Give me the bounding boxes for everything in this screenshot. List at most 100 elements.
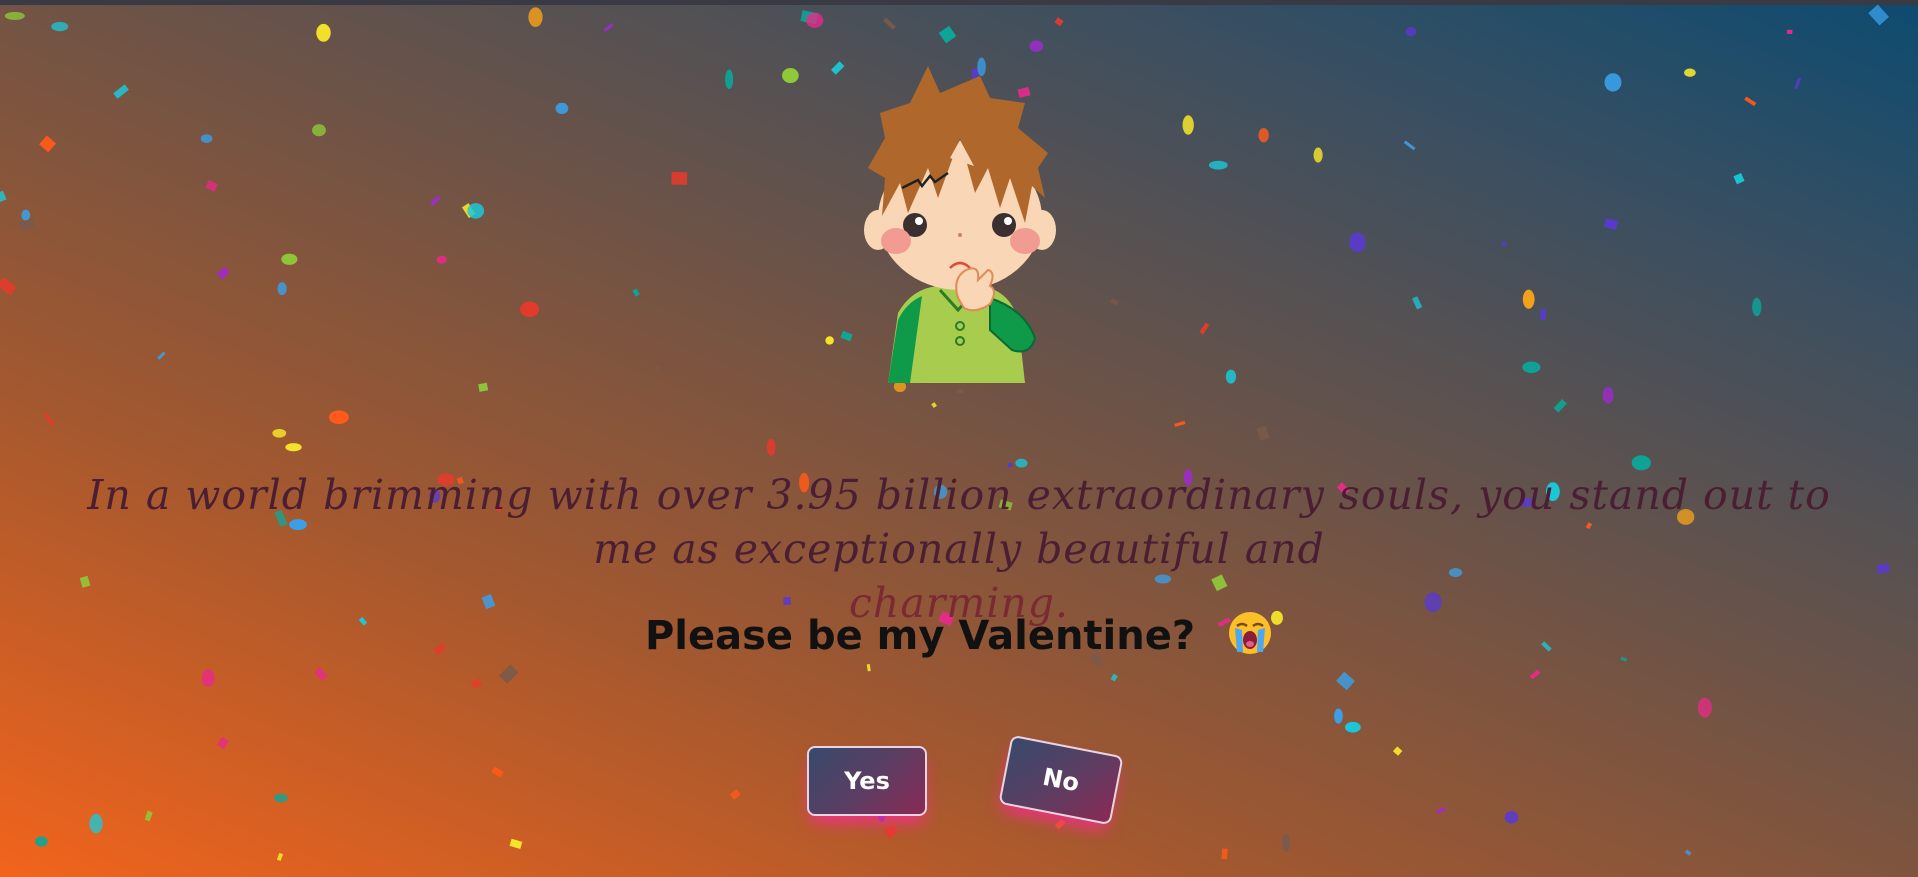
confetti-piece <box>157 351 166 360</box>
confetti-piece <box>436 255 447 264</box>
confetti-piece <box>205 180 218 192</box>
confetti-piece <box>1182 115 1194 135</box>
confetti-piece <box>1392 746 1403 756</box>
confetti-piece <box>1199 322 1210 335</box>
confetti-piece <box>782 67 799 84</box>
confetti-piece <box>499 664 519 684</box>
confetti-piece <box>51 21 69 32</box>
confetti-piece <box>1500 240 1508 248</box>
top-edge-bar <box>0 0 1918 5</box>
confetti-piece <box>555 102 569 115</box>
confetti-piece <box>1504 811 1519 824</box>
confetti-piece <box>276 852 284 861</box>
confetti-piece <box>1256 425 1270 441</box>
confetti-piece <box>938 25 957 44</box>
confetti-piece <box>1744 96 1757 107</box>
confetti-piece <box>632 288 640 297</box>
confetti-piece <box>1553 399 1567 413</box>
confetti-piece <box>470 678 483 689</box>
confetti-piece <box>1603 218 1619 230</box>
confetti-piece <box>729 789 741 800</box>
confetti-piece <box>1221 848 1228 860</box>
confetti-piece <box>1282 833 1291 852</box>
confetti-piece <box>216 736 230 750</box>
confetti-piece <box>800 10 819 25</box>
confetti-piece <box>1540 309 1547 320</box>
confetti-piece <box>272 428 287 438</box>
confetti-piece <box>825 336 834 345</box>
confetti-piece <box>1868 4 1889 26</box>
confetti-piece <box>882 17 896 30</box>
confetti-piece <box>4 11 25 21</box>
confetti-piece <box>277 282 287 296</box>
confetti-piece <box>200 134 213 143</box>
confetti-piece <box>0 276 17 296</box>
loudly-crying-face-icon <box>1227 610 1273 666</box>
confetti-piece <box>89 813 103 834</box>
confetti-piece <box>43 412 55 426</box>
thinking-boy-character-icon <box>864 66 1056 383</box>
confetti-piece <box>883 824 899 840</box>
message-text: In a world brimming with over 3.95 billi… <box>87 471 1831 573</box>
confetti-piece <box>1602 386 1614 404</box>
confetti-piece <box>1029 40 1044 52</box>
confetti-piece <box>21 209 31 221</box>
confetti-piece <box>520 301 540 318</box>
confetti-piece <box>1752 297 1762 317</box>
confetti-piece <box>328 410 349 425</box>
confetti-piece <box>1174 420 1186 427</box>
confetti-piece <box>35 836 48 847</box>
confetti-piece <box>1794 77 1802 90</box>
confetti-piece <box>201 669 215 687</box>
confetti-piece <box>316 23 331 42</box>
confetti-piece <box>806 12 824 28</box>
confetti-piece <box>216 266 230 280</box>
confetti-piece <box>39 135 56 153</box>
confetti-piece <box>1522 361 1541 373</box>
confetti-piece <box>655 365 661 371</box>
no-button[interactable]: No <box>998 734 1124 826</box>
confetti-piece <box>1344 721 1361 733</box>
confetti-piece <box>603 22 614 33</box>
confetti-piece <box>273 793 288 803</box>
confetti-piece <box>1411 296 1423 310</box>
question-text: Please be my Valentine? <box>644 613 1196 659</box>
confetti-piece <box>1435 807 1446 814</box>
confetti-piece <box>312 124 326 137</box>
valentine-question: Please be my Valentine? <box>0 610 1918 666</box>
confetti-piece <box>1258 127 1269 143</box>
confetti-piece <box>1208 160 1228 170</box>
confetti-piece <box>1405 27 1417 37</box>
confetti-piece <box>113 84 129 99</box>
confetti-piece <box>429 195 442 207</box>
confetti-piece <box>725 69 734 90</box>
yes-button[interactable]: Yes <box>807 746 927 816</box>
confetti-piece <box>1110 298 1119 306</box>
confetti-piece <box>144 810 153 822</box>
confetti-piece <box>509 838 523 850</box>
confetti-piece <box>478 382 489 392</box>
confetti-piece <box>528 7 543 28</box>
confetti-piece <box>467 203 485 219</box>
confetti-piece <box>1349 232 1366 253</box>
confetti-piece <box>1403 140 1416 151</box>
confetti-piece <box>1604 73 1622 92</box>
confetti-piece <box>1110 673 1118 682</box>
confetti-piece <box>671 171 688 185</box>
confetti-piece <box>931 402 937 408</box>
confetti-piece <box>1336 671 1355 691</box>
confetti-piece <box>1733 172 1745 185</box>
confetti-piece <box>1334 708 1343 724</box>
confetti-piece <box>766 438 776 456</box>
confetti-piece <box>1684 849 1692 856</box>
confetti-piece <box>1015 458 1028 468</box>
confetti-piece <box>1684 68 1696 77</box>
confetti-piece <box>19 218 36 231</box>
confetti-piece <box>285 443 302 452</box>
valentine-message: In a world brimming with over 3.95 billi… <box>50 468 1868 630</box>
confetti-piece <box>1225 369 1237 384</box>
confetti-piece <box>1313 147 1323 163</box>
confetti-piece <box>0 190 7 203</box>
confetti-piece <box>1054 818 1066 830</box>
confetti-piece <box>461 203 476 219</box>
